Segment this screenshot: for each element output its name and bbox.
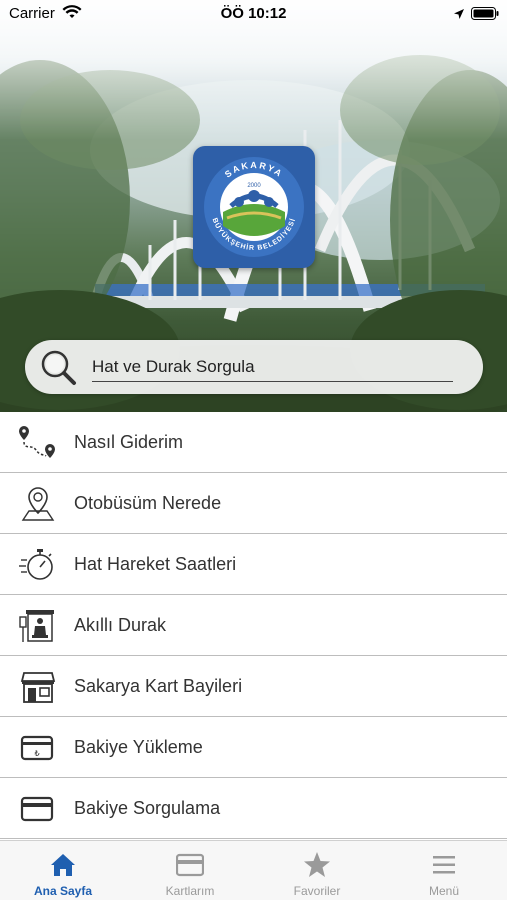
svg-text:₺: ₺	[34, 749, 39, 758]
menu-item-label: Bakiye Sorgulama	[74, 798, 221, 818]
menu-item-label: Nasıl Giderim	[74, 432, 184, 452]
menu-item-label: Otobüsüm Nerede	[74, 493, 222, 513]
tab-kartlarim[interactable]: Kartlarım	[127, 841, 253, 900]
tab-ana-sayfa[interactable]: Ana Sayfa	[0, 841, 126, 900]
status-bar: Carrier ÖÖ 10:12	[0, 0, 507, 28]
menu-item-sakarya-kart-bayileri[interactable]: Sakarya Kart Bayileri	[0, 656, 507, 717]
sakarya-logo: 2000 SAKARYA BÜYÜKŞEHİR BELEDİYESİ	[193, 146, 315, 268]
menu-item-akilli-durak[interactable]: Akıllı Durak	[0, 595, 507, 656]
main-menu: Nasıl Giderim Otobüsüm Nerede Hat Hareke…	[0, 412, 507, 839]
tab-label: Kartlarım	[165, 884, 215, 898]
menu-item-bakiye-yukleme[interactable]: ₺ Bakiye Yükleme	[0, 717, 507, 778]
search-input[interactable]: Hat ve Durak Sorgula	[92, 357, 255, 377]
stopwatch-icon	[18, 546, 58, 584]
tab-label: Menü	[428, 884, 460, 898]
menu-item-hat-hareket-saatleri[interactable]: Hat Hareket Saatleri	[0, 534, 507, 595]
tab-bar: Ana Sayfa Kartlarım Favoriler Menü	[0, 840, 507, 900]
bus-stop-icon	[18, 607, 58, 645]
menu-item-label: Hat Hareket Saatleri	[74, 554, 237, 574]
star-icon	[303, 851, 331, 884]
card-icon	[18, 790, 58, 828]
home-icon	[49, 851, 77, 884]
menu-item-label: Akıllı Durak	[74, 615, 167, 635]
menu-item-bakiye-sorgulama[interactable]: Bakiye Sorgulama	[0, 778, 507, 839]
battery-icon	[471, 7, 499, 24]
clock: ÖÖ 10:12	[220, 5, 287, 22]
route-pin-icon	[18, 424, 58, 462]
menu-item-otobusum-nerede[interactable]: Otobüsüm Nerede	[0, 473, 507, 534]
search-underline	[92, 381, 453, 382]
search-icon	[39, 348, 79, 393]
tab-label: Ana Sayfa	[33, 884, 93, 898]
hamburger-icon	[430, 851, 458, 884]
menu-item-label: Bakiye Yükleme	[74, 737, 203, 757]
menu-item-label: Sakarya Kart Bayileri	[74, 676, 243, 696]
location-arrow-icon	[453, 7, 465, 24]
location-pin-icon	[18, 485, 58, 523]
tab-favoriler[interactable]: Favoriler	[254, 841, 380, 900]
tab-menu[interactable]: Menü	[381, 841, 507, 900]
search-bar[interactable]: Hat ve Durak Sorgula	[25, 340, 483, 394]
store-icon	[18, 668, 58, 706]
menu-item-nasil-giderim[interactable]: Nasıl Giderim	[0, 412, 507, 473]
logo-year: 2000	[247, 183, 261, 189]
card-icon	[175, 851, 205, 884]
tab-label: Favoriler	[293, 884, 341, 898]
card-load-icon: ₺	[18, 729, 58, 767]
